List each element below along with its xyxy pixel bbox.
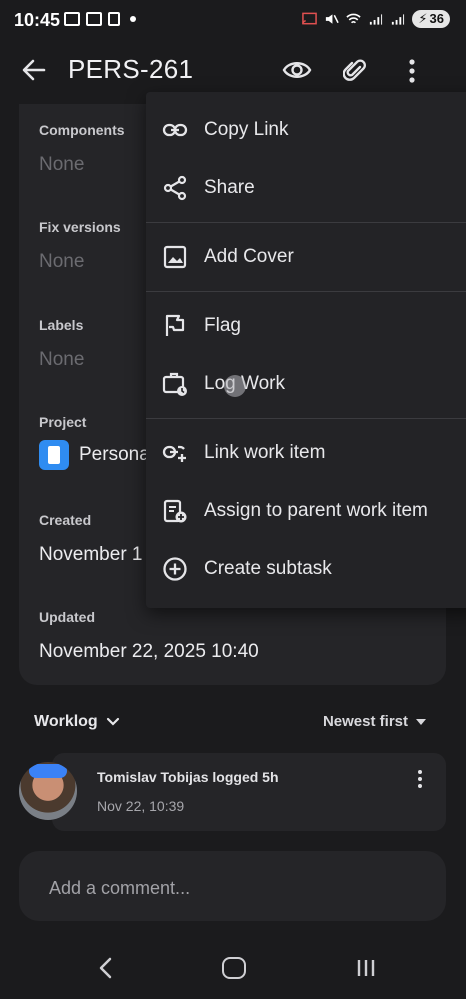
avatar-accessory: [29, 764, 67, 778]
image-icon: [163, 245, 187, 269]
menu-item-label: Share: [204, 177, 255, 198]
updated-field: Updated November 22, 2025 10:40: [39, 609, 259, 663]
watch-eye-icon[interactable]: [282, 58, 312, 82]
updated-value: November 22, 2025 10:40: [39, 641, 259, 662]
worklog-more-icon[interactable]: [412, 769, 428, 789]
labels-value: None: [39, 349, 85, 370]
worklog-entry-card[interactable]: [52, 753, 446, 831]
status-right-icons: ⚡ 36: [302, 10, 450, 28]
menu-item-create-subtask[interactable]: Create subtask: [146, 541, 466, 597]
briefcase-clock-icon: [162, 372, 187, 396]
menu-item-copy-link[interactable]: Copy Link: [146, 102, 466, 158]
signal-2-icon: [392, 14, 405, 25]
menu-divider: [146, 222, 466, 223]
menu-item-assign-parent[interactable]: Assign to parent work item: [146, 483, 466, 539]
menu-item-label: Copy Link: [204, 119, 289, 140]
battery-level: 36: [429, 11, 444, 26]
menu-item-label: Assign to parent work item: [204, 500, 428, 521]
comment-input[interactable]: Add a comment...: [19, 851, 446, 921]
menu-item-label: Add Cover: [204, 246, 294, 267]
status-bar: 10:45 ⚡ 36: [0, 0, 466, 40]
status-time: 10:45: [14, 10, 61, 30]
menu-item-log-work[interactable]: Log Work: [146, 356, 466, 412]
wifi-icon: [346, 13, 362, 24]
phone-icon: [108, 12, 120, 26]
nav-back-icon[interactable]: [95, 956, 115, 980]
avatar: [19, 762, 77, 820]
clipboard-add-icon: [163, 499, 187, 523]
back-arrow-icon[interactable]: [20, 56, 48, 84]
sort-label: Newest first: [322, 713, 408, 730]
more-options-icon[interactable]: [402, 57, 422, 85]
overflow-menu: Copy Link Share Add Cover Flag Log Work …: [146, 92, 466, 608]
menu-item-add-cover[interactable]: Add Cover: [146, 229, 466, 285]
worklog-dropdown[interactable]: Worklog: [34, 713, 120, 731]
created-field: Created November 1: [39, 512, 143, 566]
battery-indicator: ⚡ 36: [412, 10, 450, 28]
touch-indicator: [224, 375, 246, 397]
updated-label: Updated: [39, 609, 95, 625]
status-left-icons: [64, 12, 136, 26]
attachment-icon[interactable]: [343, 58, 367, 84]
project-app-icon: [39, 440, 69, 470]
project-row[interactable]: Persona: [39, 440, 150, 470]
share-icon: [163, 175, 187, 201]
components-label: Components: [39, 122, 125, 138]
labels-label: Labels: [39, 317, 84, 333]
fix-versions-label: Fix versions: [39, 219, 121, 235]
mute-icon: [326, 14, 340, 24]
nav-recents-icon[interactable]: [356, 959, 376, 977]
notification-dot-icon: [130, 16, 136, 22]
link-add-icon: [162, 445, 186, 462]
project-label: Project: [39, 414, 87, 430]
menu-item-share[interactable]: Share: [146, 160, 466, 216]
page-title: PERS-261: [68, 54, 194, 84]
created-value: November 1: [39, 544, 143, 565]
battery-bolt-icon: ⚡: [418, 11, 428, 26]
menu-divider: [146, 418, 466, 419]
nav-home-icon[interactable]: [222, 957, 246, 979]
worklog-entry-text: Tomislav Tobijas logged 5h: [97, 769, 279, 785]
menu-item-label: Link work item: [204, 442, 326, 463]
menu-item-label: Flag: [204, 315, 241, 336]
scan-icon: [86, 12, 102, 26]
fix-versions-field[interactable]: Fix versions None: [39, 219, 121, 273]
chevron-down-icon: [106, 717, 119, 726]
menu-divider: [146, 291, 466, 292]
labels-field[interactable]: Labels None: [39, 317, 84, 371]
worklog-entry-date: Nov 22, 10:39: [97, 798, 185, 814]
menu-item-flag[interactable]: Flag: [146, 298, 466, 354]
components-value: None: [39, 154, 85, 175]
plus-circle-icon: [163, 557, 187, 581]
screenshot-icon: [64, 12, 80, 26]
worklog-header: Worklog Newest first: [34, 713, 426, 735]
signal-icon: [370, 14, 383, 25]
sort-dropdown[interactable]: Newest first: [323, 713, 426, 730]
comment-placeholder: Add a comment...: [49, 878, 191, 898]
link-icon: [162, 123, 188, 137]
fix-versions-value: None: [39, 251, 85, 272]
flag-icon: [165, 314, 185, 336]
components-field[interactable]: Components None: [39, 122, 125, 176]
project-value: Persona: [79, 444, 150, 465]
sort-caret-icon: [416, 718, 426, 725]
menu-item-link-work-item[interactable]: Link work item: [146, 425, 466, 481]
system-nav-bar: [0, 938, 466, 999]
cast-icon: [302, 12, 318, 25]
created-label: Created: [39, 512, 92, 528]
menu-item-label: Create subtask: [204, 558, 332, 579]
worklog-title: Worklog: [34, 713, 98, 730]
project-field[interactable]: Project Persona: [39, 414, 150, 470]
